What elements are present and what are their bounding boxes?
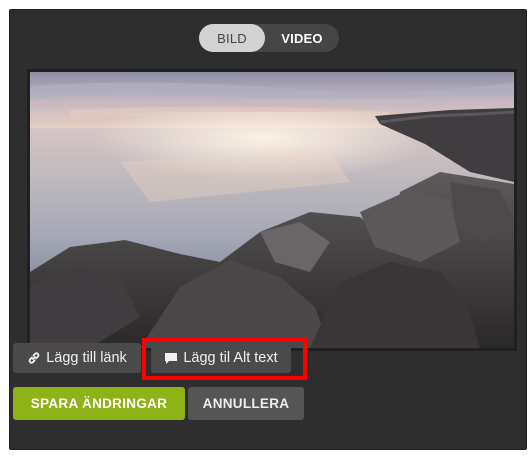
media-edit-panel: BILD VIDEO: [9, 9, 527, 450]
preview-image[interactable]: [30, 72, 514, 348]
image-preview-frame: [27, 69, 517, 351]
tab-image[interactable]: BILD: [199, 24, 265, 52]
speech-bubble-icon: [164, 352, 178, 365]
cancel-button[interactable]: ANNULLERA: [188, 387, 304, 420]
save-changes-button[interactable]: SPARA ÄNDRINGAR: [13, 387, 185, 420]
add-link-label: Lägg till länk: [46, 350, 127, 366]
link-icon: [27, 351, 41, 365]
media-type-toggle: BILD VIDEO: [199, 24, 339, 52]
add-alt-text-button[interactable]: Lägg til Alt text: [151, 343, 291, 373]
add-alt-text-label: Lägg til Alt text: [183, 350, 278, 366]
tab-video[interactable]: VIDEO: [265, 24, 339, 52]
add-link-button[interactable]: Lägg till länk: [13, 343, 141, 373]
